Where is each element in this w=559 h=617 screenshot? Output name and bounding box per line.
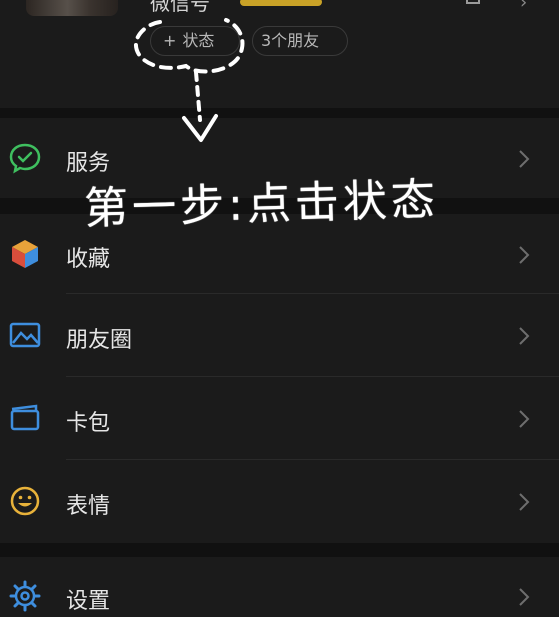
profile-header: 微信号 › + 状态 3个朋友 bbox=[0, 0, 559, 108]
annotation-text: 第一步:点击状态 bbox=[83, 174, 440, 235]
menu-label-stickers: 表情 bbox=[66, 494, 111, 519]
plus-icon: + bbox=[163, 31, 177, 50]
moments-picture-icon bbox=[9, 322, 41, 348]
add-status-button[interactable]: + 状态 bbox=[150, 26, 240, 56]
avatar[interactable] bbox=[26, 0, 118, 16]
nickname: 微信号 bbox=[150, 0, 210, 15]
menu-label-moments: 朋友圈 bbox=[66, 328, 133, 353]
chevron-right-icon bbox=[519, 246, 530, 264]
gear-icon bbox=[9, 580, 41, 612]
chevron-right-icon bbox=[519, 150, 530, 168]
card-wallet-icon bbox=[10, 404, 40, 431]
profile-tag-badge bbox=[240, 0, 322, 6]
menu-item-cards[interactable]: 卡包 bbox=[0, 377, 559, 460]
menu-item-moments[interactable]: 朋友圈 bbox=[0, 294, 559, 377]
smiley-icon bbox=[10, 486, 40, 516]
chevron-right-icon bbox=[519, 493, 530, 511]
chevron-right-icon bbox=[519, 327, 530, 345]
menu-item-stickers[interactable]: 表情 bbox=[0, 460, 559, 543]
menu-label-cards: 卡包 bbox=[66, 411, 111, 436]
chevron-right-icon bbox=[519, 588, 530, 606]
services-icon bbox=[9, 143, 41, 174]
friends-count-label: 3个朋友 bbox=[261, 31, 320, 50]
status-label: 状态 bbox=[182, 31, 215, 50]
menu-label-settings: 设置 bbox=[66, 589, 111, 614]
menu-label-favorites: 收藏 bbox=[66, 247, 111, 272]
chevron-right-icon bbox=[519, 410, 530, 428]
profile-chevron-right-icon[interactable]: › bbox=[520, 0, 527, 13]
favorites-cube-icon bbox=[12, 240, 38, 268]
friends-count-chip[interactable]: 3个朋友 bbox=[252, 26, 348, 56]
qr-code-icon[interactable] bbox=[466, 0, 480, 4]
menu-item-settings[interactable]: 设置 bbox=[0, 557, 559, 617]
